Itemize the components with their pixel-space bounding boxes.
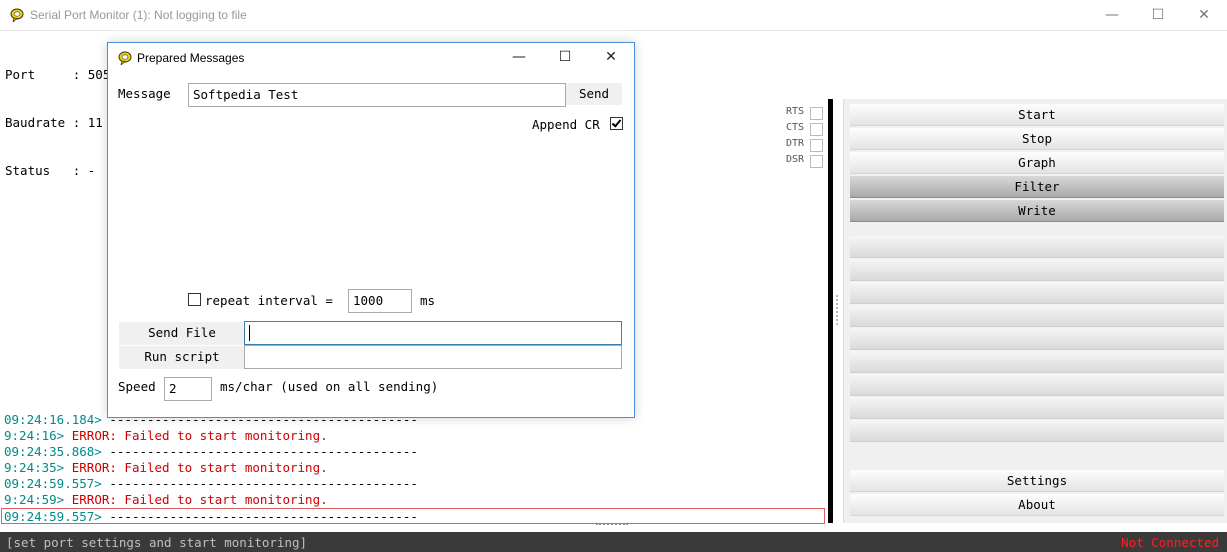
stop-button[interactable]: Stop	[850, 128, 1224, 150]
signal-rts-checkbox[interactable]	[810, 107, 823, 120]
log-line: 9:24:16> ERROR: Failed to start monitori…	[0, 428, 828, 444]
log-text: ----------------------------------------…	[101, 476, 418, 491]
signal-dtr-checkbox[interactable]	[810, 139, 823, 152]
baudrate-line: Baudrate : 11	[5, 115, 103, 130]
status-hint: [set port settings and start monitoring]	[6, 535, 308, 550]
log-timestamp: 09:24:59.557>	[4, 476, 102, 491]
interval-input[interactable]: 1000	[348, 289, 412, 313]
custom-button-9[interactable]	[850, 420, 1224, 442]
custom-button-5[interactable]	[850, 328, 1224, 350]
vertical-splitter-handle[interactable]	[836, 295, 839, 325]
minimize-button[interactable]: —	[1089, 0, 1135, 31]
status-bar: [set port settings and start monitoring]…	[0, 532, 1227, 552]
settings-button[interactable]: Settings	[850, 470, 1224, 492]
port-info: Port : 5050 Baudrate : 11 Status : -	[5, 35, 118, 195]
dialog-close-button[interactable]: ✕	[588, 43, 634, 73]
prepared-messages-dialog: Prepared Messages — ☐ ✕ Message Softpedi…	[107, 42, 635, 418]
log-line: 9:24:59> ERROR: Failed to start monitori…	[0, 492, 828, 508]
log-line: 09:24:35.868> --------------------------…	[0, 444, 828, 460]
repeat-interval-label: repeat interval =	[205, 293, 333, 308]
signal-cts-checkbox[interactable]	[810, 123, 823, 136]
custom-button-6[interactable]	[850, 351, 1224, 373]
log-timestamp: 9:24:35>	[4, 460, 65, 475]
log-text: ----------------------------------------…	[101, 509, 418, 524]
log-timestamp: 09:24:35.868>	[4, 444, 102, 459]
log-text: ----------------------------------------…	[101, 444, 418, 459]
signal-dsr-label: DSR	[786, 154, 805, 165]
signal-rts-label: RTS	[786, 106, 805, 117]
log-timestamp: 9:24:16>	[4, 428, 65, 443]
speed-unit: ms/char (used on all sending)	[220, 379, 439, 394]
status-line: Status : -	[5, 163, 96, 178]
send-file-input[interactable]	[244, 321, 622, 345]
signal-dsr-checkbox[interactable]	[810, 155, 823, 168]
log-error-text: ERROR: Failed to start monitoring.	[64, 492, 328, 507]
command-panel: Start Stop Graph Filter Write Settings A…	[843, 99, 1227, 523]
custom-button-8[interactable]	[850, 397, 1224, 419]
main-title-bar: Serial Port Monitor (1): Not logging to …	[0, 0, 1227, 31]
speed-label: Speed	[118, 379, 156, 394]
maximize-button[interactable]: ☐	[1135, 0, 1181, 31]
dialog-title-bar: Prepared Messages — ☐ ✕	[108, 43, 634, 73]
text-caret	[249, 325, 250, 341]
repeat-checkbox[interactable]	[188, 293, 201, 306]
custom-button-1[interactable]	[850, 236, 1224, 258]
panel-divider	[828, 99, 833, 523]
log-line: 09:24:59.557> --------------------------…	[0, 476, 828, 492]
signal-dtr: DTR	[784, 137, 824, 153]
log-error-text: ERROR: Failed to start monitoring.	[64, 428, 328, 443]
interval-unit: ms	[420, 293, 436, 308]
send-button[interactable]: Send	[566, 83, 622, 105]
dialog-speech-bubble-icon	[118, 51, 132, 65]
window-title: Serial Port Monitor (1): Not logging to …	[30, 8, 247, 22]
filter-button[interactable]: Filter	[850, 176, 1224, 198]
checkmark-icon	[611, 117, 622, 128]
run-script-button[interactable]: Run script	[119, 346, 245, 369]
log-timestamp: 09:24:59.557>	[4, 509, 102, 524]
signal-dtr-label: DTR	[786, 138, 805, 149]
log-error-text: ERROR: Failed to start monitoring.	[64, 460, 328, 475]
append-cr-label: Append CR	[532, 117, 600, 132]
signal-lines: RTS CTS DTR DSR	[784, 105, 824, 169]
log-timestamp: 09:24:16.184>	[4, 412, 102, 427]
message-input[interactable]: Softpedia Test	[188, 83, 566, 107]
speed-input[interactable]: 2	[164, 377, 212, 401]
write-button[interactable]: Write	[850, 200, 1224, 222]
close-button[interactable]: ✕	[1181, 0, 1227, 31]
app-speech-bubble-icon	[10, 8, 24, 22]
about-button[interactable]: About	[850, 494, 1224, 516]
append-cr-checkbox[interactable]	[610, 117, 623, 130]
horizontal-splitter-handle[interactable]	[596, 523, 628, 527]
port-line: Port : 5050	[5, 67, 118, 82]
signal-cts: CTS	[784, 121, 824, 137]
signal-rts: RTS	[784, 105, 824, 121]
run-script-input[interactable]	[244, 345, 622, 369]
start-button[interactable]: Start	[850, 104, 1224, 126]
log-output[interactable]: 09:24:16.184> --------------------------…	[0, 412, 828, 524]
log-line-selected: 09:24:59.557> --------------------------…	[1, 508, 825, 524]
custom-button-4[interactable]	[850, 305, 1224, 327]
custom-button-2[interactable]	[850, 259, 1224, 281]
message-label: Message	[118, 86, 171, 101]
custom-button-7[interactable]	[850, 374, 1224, 396]
dialog-title: Prepared Messages	[137, 51, 245, 65]
dialog-minimize-button[interactable]: —	[496, 43, 542, 73]
send-file-button[interactable]: Send File	[119, 322, 245, 345]
signal-cts-label: CTS	[786, 122, 805, 133]
connection-status: Not Connected	[1121, 535, 1219, 550]
dialog-maximize-button[interactable]: ☐	[542, 43, 588, 73]
graph-button[interactable]: Graph	[850, 152, 1224, 174]
log-line: 9:24:35> ERROR: Failed to start monitori…	[0, 460, 828, 476]
custom-button-3[interactable]	[850, 282, 1224, 304]
signal-dsr: DSR	[784, 153, 824, 169]
log-timestamp: 9:24:59>	[4, 492, 65, 507]
